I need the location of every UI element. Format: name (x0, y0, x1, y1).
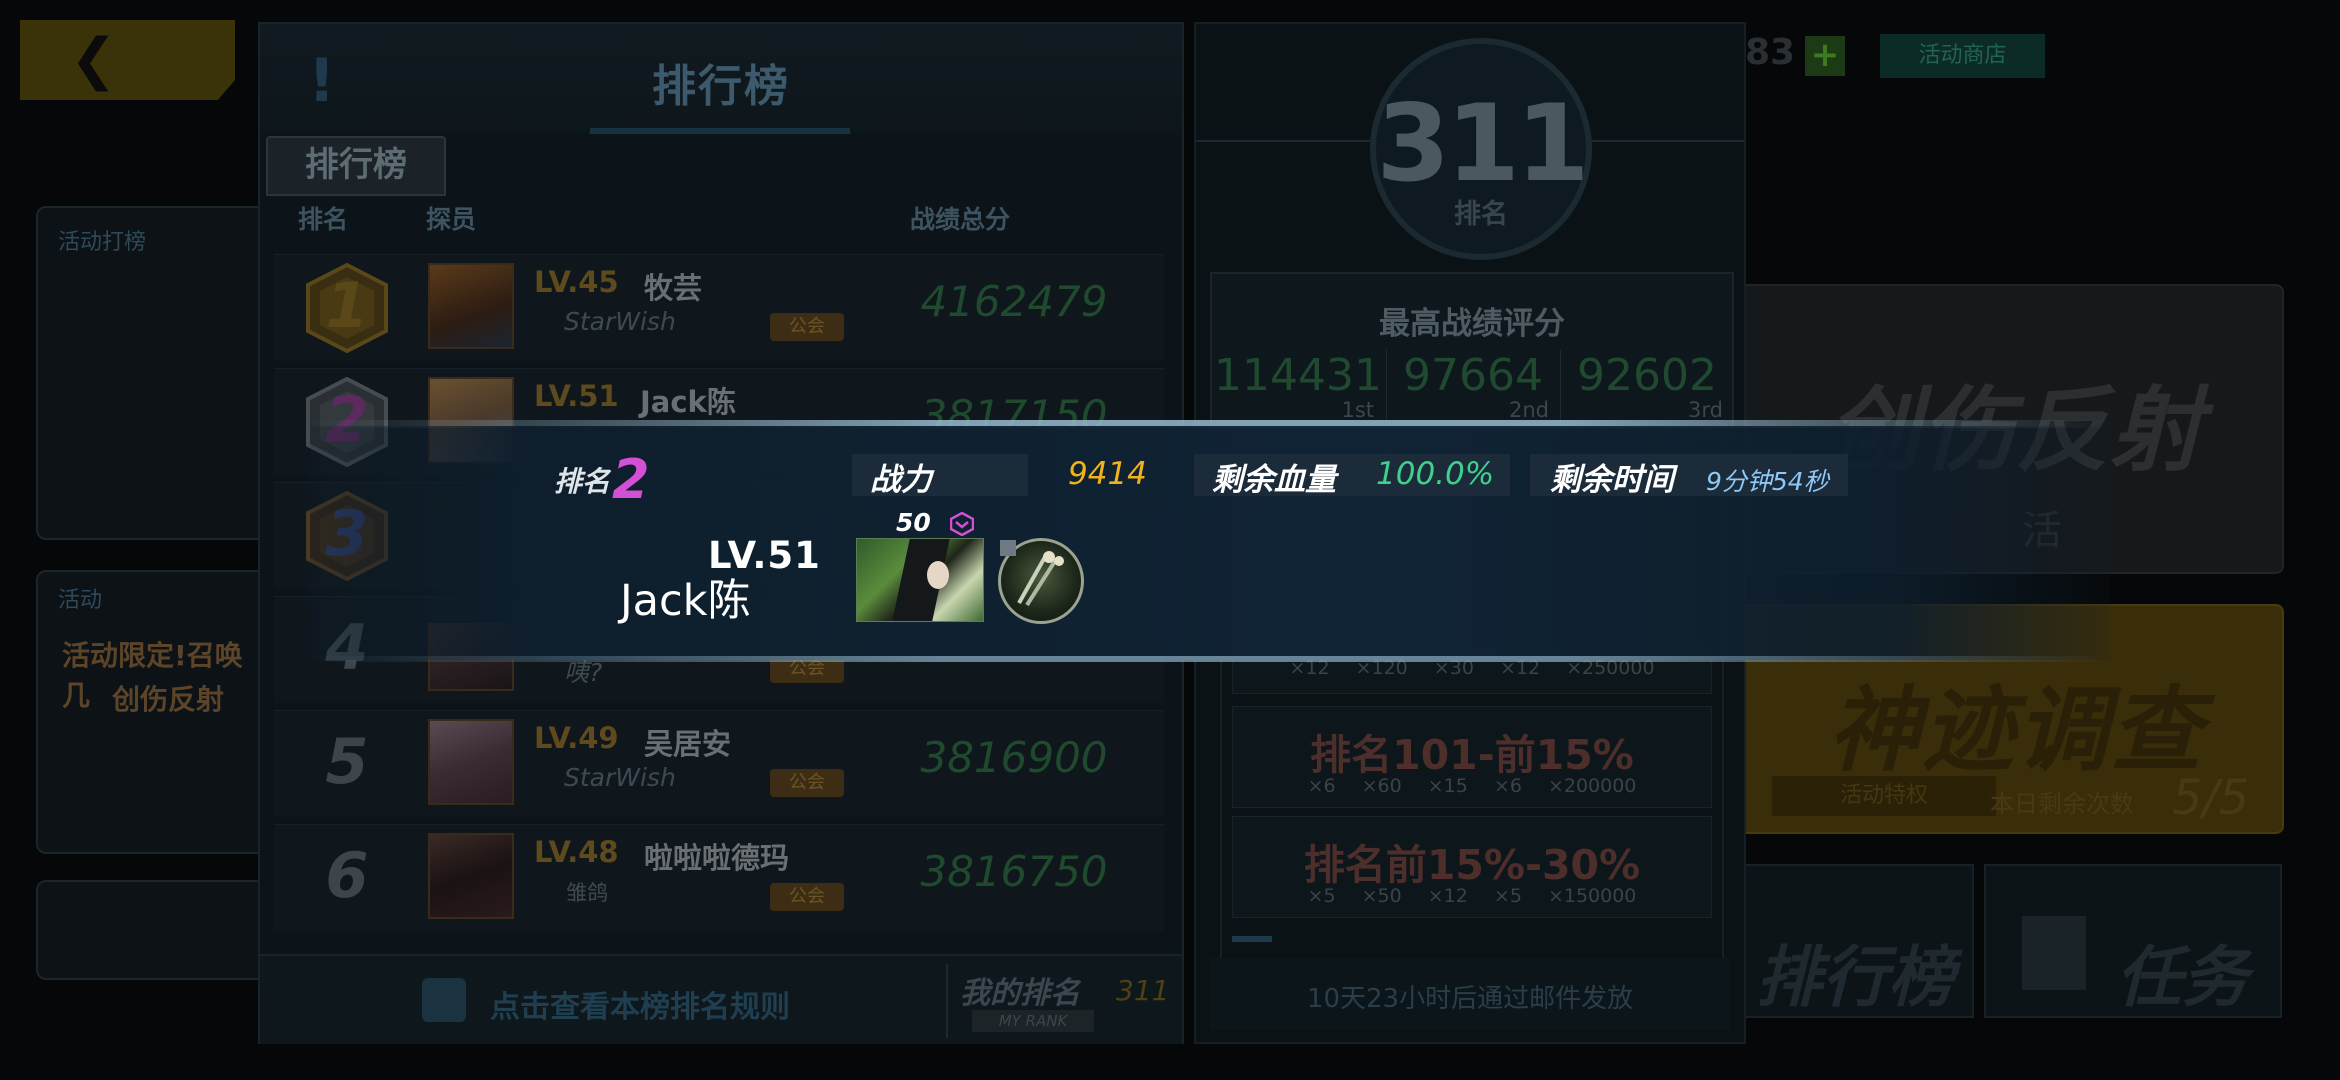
title-underline (590, 128, 850, 134)
rank-value: 311 (1376, 82, 1589, 205)
avatar[interactable] (428, 263, 514, 349)
daily-limit-label: 本日剩余次数 (1990, 790, 2134, 818)
popup-bottom-glow (310, 656, 2110, 662)
guild-name: StarWish (564, 763, 676, 792)
best-score-ordinal: 2nd (1508, 398, 1549, 422)
header-score: 战绩总分 (910, 205, 1011, 234)
best-score-value: 97664 (1403, 350, 1543, 401)
table-row[interactable]: 5 LV.49 吴居安 StarWish 公会 3816900 (274, 710, 1164, 817)
player-name: 牧芸 (644, 271, 703, 305)
my-rank-value: 311 (1116, 974, 1170, 1007)
currency-value: 83 (1745, 32, 1796, 73)
my-rank-label: 我的排名 (960, 976, 1080, 1011)
best-score-1: 114431 1st (1212, 350, 1384, 426)
bg-event-card-left-top[interactable]: 活动打榜 (36, 206, 270, 540)
table-row[interactable]: 1 LV.45 牧芸 StarWish 公会 4162479 (274, 254, 1164, 361)
guild-name: StarWish (564, 307, 676, 336)
task-label: 任务 (2116, 939, 2248, 1016)
mail-notice: 10天23小时后通过邮件发放 (1306, 984, 1634, 1014)
power-label: 战力 (870, 462, 932, 498)
rank-label: 排名 (1454, 199, 1508, 230)
panel-footer: 点击查看本榜排名规则 我的排名 311 MY RANK (260, 954, 1182, 1044)
score-value: 3816900 (920, 733, 1108, 782)
event-title: 神迹调查 (1828, 677, 2205, 784)
avatar[interactable] (428, 719, 514, 805)
best-score-ordinal: 1st (1341, 398, 1374, 422)
avatar[interactable] (428, 833, 514, 919)
best-scores-box: 最高战绩评分 114431 1st 97664 2nd 92602 3rd (1210, 272, 1734, 438)
mail-notice-bar: 10天23小时后通过邮件发放 (1210, 958, 1730, 1030)
clipboard-icon (422, 978, 466, 1022)
reward-row: 排名前15%-30% ×5 ×50 ×12 ×5 ×150000 (1232, 816, 1712, 918)
rank-number: 1 (325, 269, 369, 342)
player-name: 吴居安 (644, 727, 732, 761)
bg-event-card-left-bottom[interactable]: 活动 活动限定!召唤几 创伤反射 (36, 570, 270, 854)
rules-link[interactable]: 点击查看本榜排名规则 (490, 982, 790, 1026)
rank-number: 6 (325, 839, 369, 912)
rank-number: 5 (325, 725, 369, 798)
add-currency-button[interactable]: + (1805, 36, 1845, 76)
shop-button[interactable]: 活动商店 (1880, 34, 2045, 78)
bg-promo-line2: 创伤反射 (112, 683, 225, 716)
best-scores-title: 最高战绩评分 (1379, 306, 1565, 342)
tab-leaderboard[interactable]: 排行榜 (266, 136, 446, 196)
character-portrait[interactable] (856, 538, 984, 622)
daily-limit-value: 5/5 (2172, 770, 2250, 826)
panel-header: ! 排行榜 (260, 24, 1182, 134)
score-value: 3816750 (920, 847, 1108, 896)
time-value: 9分钟54秒 (1706, 467, 1829, 496)
header-rank: 排名 (298, 205, 349, 234)
reward-row: 排名101-前15% ×6 ×60 ×15 ×6 ×200000 (1232, 706, 1712, 808)
bg-leaderboard-label: 排行榜 (1756, 939, 1954, 1016)
header-member: 探员 (426, 205, 477, 234)
panel-title: 排行榜 (652, 61, 790, 112)
score-value: 4162479 (920, 277, 1108, 326)
bg-leaderboard-button[interactable]: 排行榜 (1740, 864, 1974, 1018)
reward-tier-title: 排名101-前15% (1310, 731, 1634, 779)
rank-circle: 311 排名 (1370, 38, 1592, 260)
scrollbar[interactable] (1232, 936, 1272, 942)
character-face (927, 561, 949, 589)
player-level: LV.49 (534, 721, 619, 755)
my-rank-box[interactable]: 我的排名 311 MY RANK (946, 964, 1172, 1038)
event-privilege-tag: 活动特权 (1772, 776, 1996, 816)
back-button[interactable]: ❮ (20, 20, 235, 100)
guild-button[interactable]: 公会 (770, 313, 844, 341)
best-score-3: 92602 3rd (1560, 350, 1733, 426)
reward-quantities: ×6 ×60 ×15 ×6 ×200000 (1307, 775, 1637, 797)
task-button[interactable]: 任务 (1984, 864, 2282, 1018)
player-level: LV.48 (534, 835, 619, 869)
guild-name: 雏鸽 (566, 881, 608, 905)
power-value: 9414 (1068, 456, 1147, 492)
guild-button[interactable]: 公会 (770, 883, 844, 911)
reward-quantities: ×5 ×50 ×12 ×5 ×150000 (1307, 885, 1637, 907)
player-level: LV.45 (534, 265, 619, 299)
best-score-value: 92602 (1577, 350, 1717, 401)
popup-rank-label: 排名 (554, 465, 611, 498)
player-name: 啦啦啦德玛 (644, 841, 790, 875)
popup-rank-value: 2 (612, 448, 650, 511)
bg-card-label: 活动打榜 (58, 230, 147, 255)
player-level: LV.51 (534, 379, 619, 413)
popup-player-name: Jack陈 (620, 576, 751, 626)
guild-button[interactable]: 公会 (770, 769, 844, 797)
task-icon (2022, 916, 2086, 990)
weapon-type-icon (1000, 540, 1016, 556)
bg-card-label: 活动 (58, 588, 103, 613)
best-score-2: 97664 2nd (1386, 350, 1559, 426)
back-arrow-icon: ❮ (70, 27, 117, 92)
hp-label: 剩余血量 (1212, 462, 1336, 498)
reward-tier-title: 排名前15%-30% (1303, 841, 1641, 889)
time-label: 剩余时间 (1550, 462, 1674, 498)
bg-card-left-small[interactable] (36, 880, 270, 980)
player-name: Jack陈 (640, 385, 736, 419)
best-score-value: 114431 (1214, 350, 1382, 401)
my-rank-badge: MY RANK (972, 1010, 1094, 1032)
best-score-ordinal: 3rd (1688, 398, 1723, 422)
hp-value: 100.0% (1376, 456, 1495, 492)
table-row[interactable]: 6 LV.48 啦啦啦德玛 雏鸽 公会 3816750 (274, 824, 1164, 931)
character-level: 50 (896, 508, 931, 537)
gem-icon (950, 512, 974, 536)
